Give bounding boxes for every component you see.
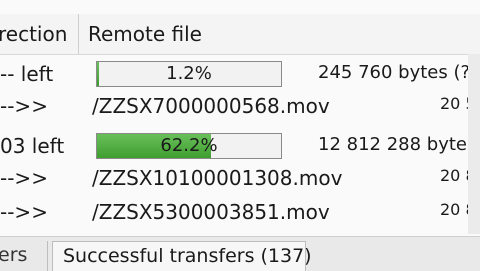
bytes-cell: 12 812 288 bytes (: [318, 134, 480, 155]
direction-cell: -- left: [0, 62, 54, 86]
tab-successful-transfers[interactable]: Successful transfers (137): [52, 241, 312, 271]
direction-cell: -->>: [0, 200, 48, 224]
queue-row[interactable]: -->> /ZZSX7000000568.mov 20 5: [0, 86, 480, 130]
direction-column-header[interactable]: rection: [0, 22, 67, 46]
queue-row[interactable]: -->> /ZZSX5300003851.mov 20 8: [0, 192, 480, 236]
direction-cell: -->>: [0, 166, 48, 190]
transfer-progress-bar: 1.2%: [96, 61, 282, 87]
remote-file-path: /ZZSX10100001308.mov: [92, 166, 343, 190]
tab-failed-transfers[interactable]: ers: [0, 241, 48, 271]
remote-file-path: /ZZSX5300003851.mov: [92, 200, 330, 224]
progress-percent: 1.2%: [166, 63, 212, 84]
vertical-scrollbar[interactable]: [468, 54, 480, 234]
column-divider[interactable]: [78, 14, 79, 54]
direction-cell: -->>: [0, 94, 48, 118]
direction-cell: 03 left: [0, 134, 65, 158]
transfer-progress-bar: 62.2%: [96, 133, 282, 159]
list-header: rection Remote file: [0, 14, 480, 55]
progress-percent: 62.2%: [160, 135, 218, 156]
bytes-cell: 245 760 bytes (? B: [318, 62, 480, 83]
tab-bar: ers Successful transfers (137): [0, 236, 480, 271]
remote-file-column-header[interactable]: Remote file: [88, 22, 202, 46]
remote-file-path: /ZZSX7000000568.mov: [92, 94, 330, 118]
